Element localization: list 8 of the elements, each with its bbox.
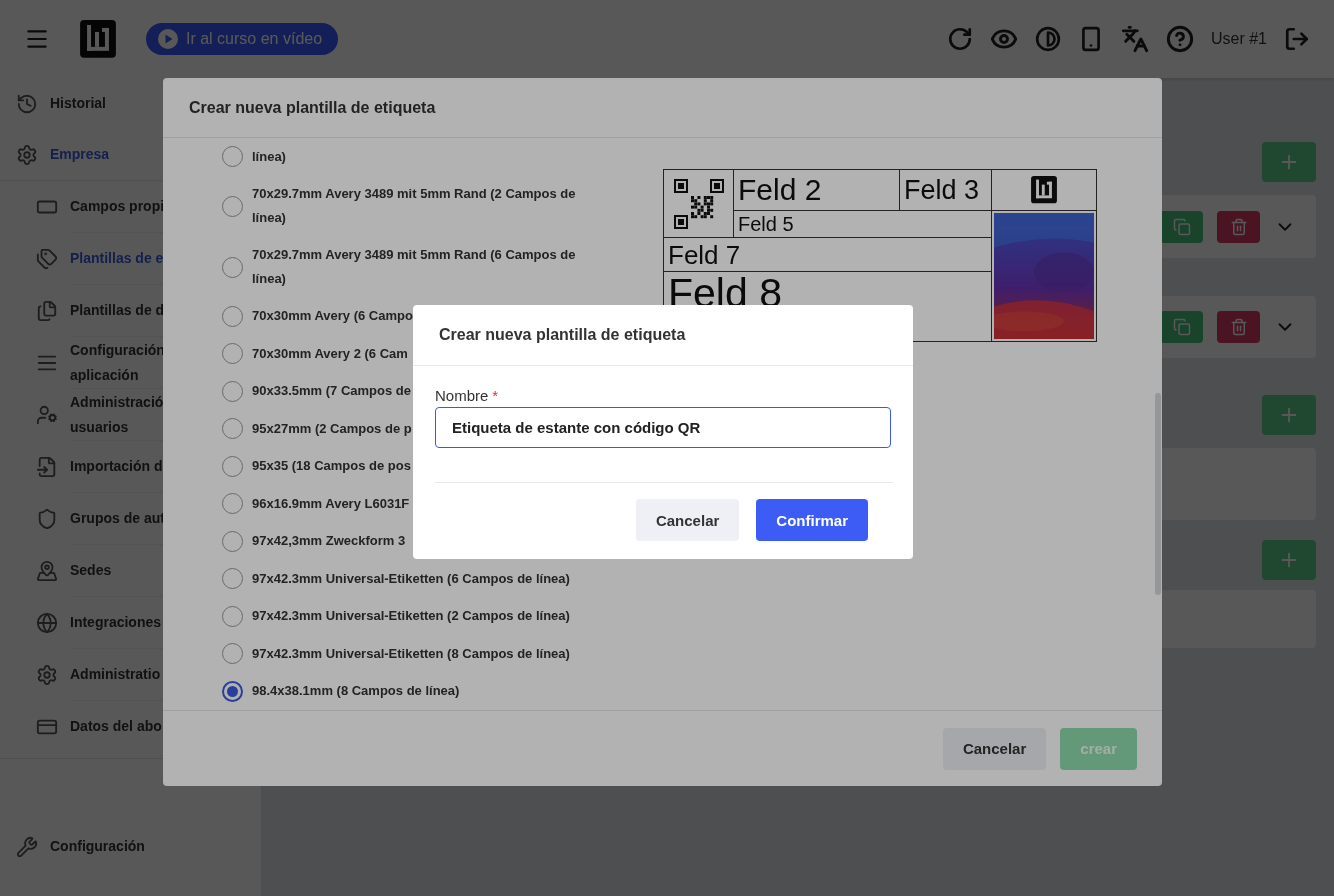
- preview-field: Feld 2: [734, 170, 899, 210]
- preview-field: Feld 7: [664, 238, 991, 271]
- preview-field: Feld 5: [734, 211, 991, 237]
- dialog-title: Crear nueva plantilla de etiqueta: [413, 305, 913, 366]
- required-mark: *: [492, 387, 499, 404]
- field-label: Nombre: [435, 387, 489, 404]
- preview-field: Feld 3: [900, 170, 991, 210]
- modal-title: Crear nueva plantilla de etiqueta: [163, 78, 1162, 138]
